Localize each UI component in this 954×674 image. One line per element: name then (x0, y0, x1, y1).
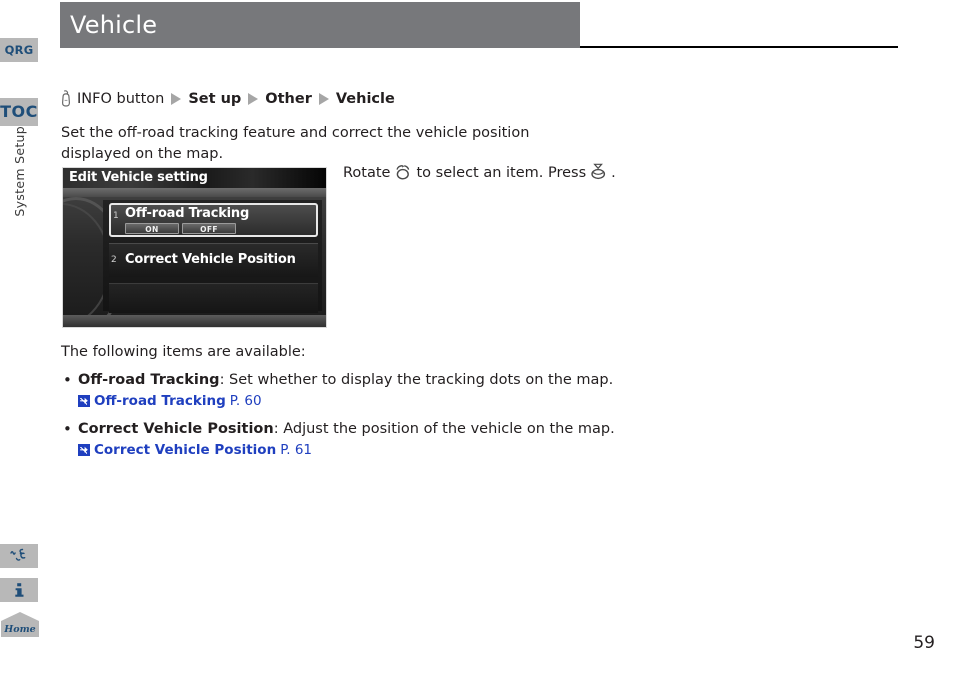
nav-screen-title: Edit Vehicle setting (69, 170, 208, 185)
sidebar-section-label: System Setup (0, 126, 38, 226)
body-content: The following items are available: Off-r… (61, 342, 681, 468)
list-item: Off-road Tracking: Set whether to displa… (61, 370, 681, 410)
body-lead: The following items are available: (61, 344, 306, 360)
cross-reference-link[interactable]: Off-road Tracking P. 60 (78, 392, 681, 410)
off-road-tracking-off-button[interactable]: OFF (182, 223, 236, 234)
cross-reference-title: Correct Vehicle Position (94, 442, 277, 458)
breadcrumb-item-vehicle[interactable]: Vehicle (336, 91, 395, 107)
press-button-icon (60, 90, 72, 108)
off-road-tracking-on-button[interactable]: ON (125, 223, 179, 234)
bullet-term: Correct Vehicle Position (78, 421, 274, 437)
home-tab-label: Home (3, 624, 35, 635)
nav-menu-item-correct-vehicle-position[interactable]: 2 Correct Vehicle Position (109, 243, 318, 277)
sidebar-tab-info[interactable] (0, 578, 38, 602)
sidebar-section-label-text: System Setup (11, 126, 27, 217)
triangle-right-icon (171, 93, 182, 105)
nav-menu-item-off-road-tracking[interactable]: 1 Off-road Tracking ON OFF (109, 203, 318, 237)
cross-reference-link[interactable]: Correct Vehicle Position P. 61 (78, 441, 681, 459)
intro-paragraph: Set the off-road tracking feature and co… (61, 125, 530, 162)
nav-menu-item-empty-3 (109, 283, 318, 313)
off-road-tracking-toggle-group: ON OFF (125, 223, 236, 234)
bullet-description: : Set whether to display the tracking do… (219, 372, 614, 388)
triangle-right-icon (248, 93, 259, 105)
jump-link-icon (78, 444, 90, 456)
nav-screen-body: 1 Off-road Tracking ON OFF 2 Correct Veh… (63, 197, 326, 327)
sidebar: QRG TOC System Setup Home (0, 0, 42, 674)
caption-text-part2: to select an item. Press (416, 164, 587, 181)
breadcrumb: INFO button Set up Other Vehicle (60, 88, 395, 110)
breadcrumb-item-info-button[interactable]: INFO button (77, 91, 164, 107)
rotate-knob-icon (394, 163, 412, 180)
list-item: Correct Vehicle Position: Adjust the pos… (61, 419, 681, 459)
sidebar-tab-toc[interactable]: TOC (0, 98, 38, 126)
interaction-caption: Rotate to select an item. Press . (343, 163, 616, 181)
nav-menu-item-label: Correct Vehicle Position (125, 252, 296, 267)
script-mark-icon (10, 548, 26, 561)
cross-reference-page: P. 61 (280, 442, 313, 458)
nav-screen-menu-panel: 1 Off-road Tracking ON OFF 2 Correct Veh… (103, 200, 322, 327)
sidebar-tab-qrg[interactable]: QRG (0, 38, 38, 62)
bullet-description: : Adjust the position of the vehicle on … (273, 421, 615, 437)
triangle-right-icon (318, 93, 329, 105)
home-house-icon: Home (1, 612, 39, 637)
sidebar-tab-script-mark[interactable] (0, 544, 38, 568)
nav-menu-item-number: 2 (111, 255, 117, 265)
page-title: Vehicle (70, 11, 158, 39)
page-title-bar: Vehicle (60, 2, 580, 48)
caption-text-part1: Rotate (343, 164, 391, 181)
cross-reference-title: Off-road Tracking (94, 393, 226, 409)
sidebar-tab-toc-label: TOC (0, 102, 38, 121)
nav-screen-screenshot: Edit Vehicle setting 1 Off-road Tracking… (62, 167, 327, 328)
nav-menu-item-number: 1 (113, 211, 119, 221)
jump-link-icon (78, 395, 90, 407)
press-knob-icon (590, 163, 607, 180)
breadcrumb-item-other[interactable]: Other (265, 91, 312, 107)
caption-text-part3: . (611, 164, 616, 181)
info-i-icon (15, 583, 24, 597)
nav-screen-subbar (63, 188, 326, 197)
page-number: 59 (913, 633, 935, 653)
nav-menu-item-label: Off-road Tracking (125, 206, 250, 221)
breadcrumb-item-set-up[interactable]: Set up (188, 91, 241, 107)
sidebar-tab-home[interactable]: Home (0, 611, 40, 638)
cross-reference-page: P. 60 (229, 393, 262, 409)
title-rule (580, 46, 898, 48)
bullet-term: Off-road Tracking (78, 372, 220, 388)
nav-screen-header-bar: Edit Vehicle setting (63, 168, 326, 188)
sidebar-tab-qrg-label: QRG (4, 43, 34, 57)
nav-screen-footer-bar (63, 315, 326, 327)
